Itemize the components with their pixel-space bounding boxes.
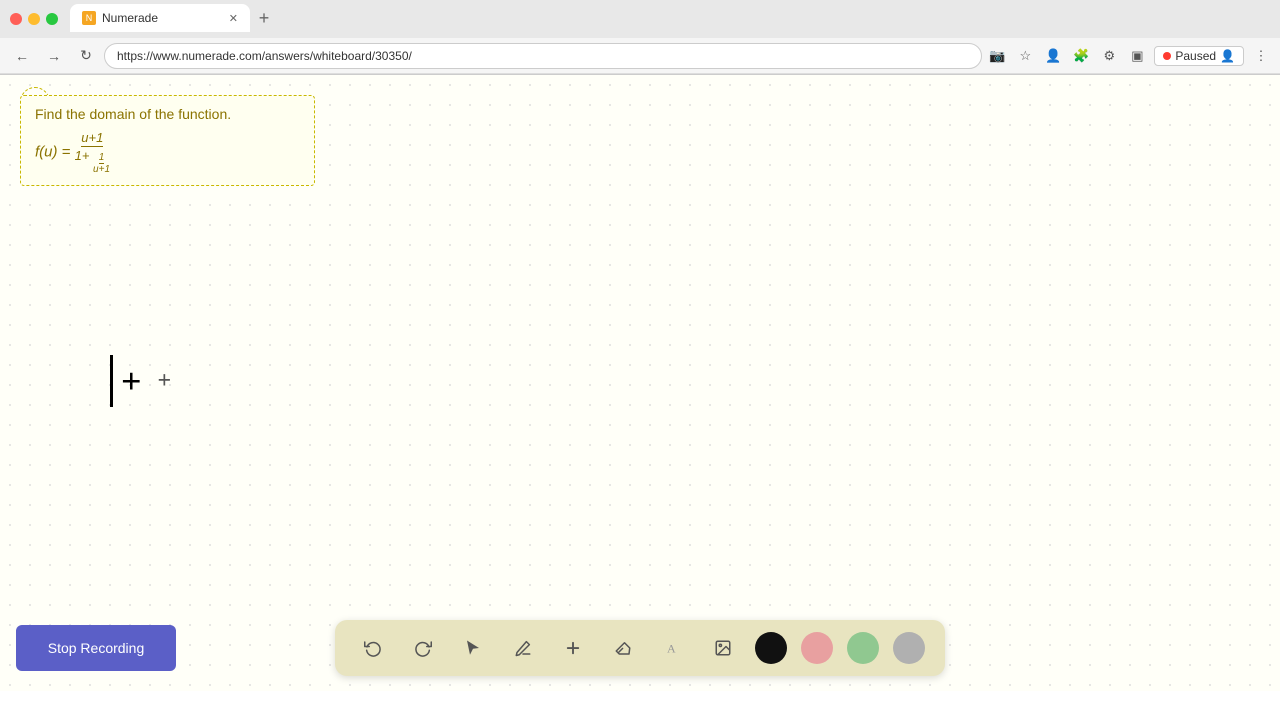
profile-avatar: 👤: [1220, 49, 1235, 63]
main-fraction: u+1 1+ 1 u+1: [75, 130, 110, 175]
nav-bar: ← → ↻ https://www.numerade.com/answers/w…: [0, 38, 1280, 74]
window-controls: [10, 13, 58, 25]
color-gray-button[interactable]: [893, 632, 925, 664]
paused-button[interactable]: Paused 👤: [1154, 46, 1244, 66]
formula-prefix: f(u) =: [35, 143, 75, 160]
select-button[interactable]: [455, 630, 491, 666]
image-icon: [714, 639, 732, 657]
sub-denominator: u+1: [93, 164, 110, 175]
color-black-button[interactable]: [755, 632, 787, 664]
image-button[interactable]: [705, 630, 741, 666]
address-bar[interactable]: https://www.numerade.com/answers/whitebo…: [104, 43, 982, 69]
pen-icon: [514, 639, 532, 657]
text-icon: A: [664, 639, 682, 657]
pen-button[interactable]: [505, 630, 541, 666]
profile-icon[interactable]: 👤: [1042, 45, 1064, 67]
sub-numerator: 1: [99, 152, 105, 164]
redo-icon: [414, 639, 432, 657]
settings-icon[interactable]: ⚙: [1098, 45, 1120, 67]
more-menu-icon[interactable]: ⋮: [1250, 45, 1272, 67]
whiteboard: 1 Find the domain of the function. f(u) …: [0, 75, 1280, 691]
handwriting-content: + +: [110, 355, 171, 407]
tab-label: Numerade: [102, 11, 158, 25]
minimize-window-button[interactable]: [28, 13, 40, 25]
main-denominator: 1+ 1 u+1: [75, 147, 110, 175]
bookmark-icon[interactable]: ☆: [1014, 45, 1036, 67]
nav-right-icons: 📷 ☆ 👤 🧩 ⚙ ▣ Paused 👤 ⋮: [986, 45, 1272, 67]
text-cursor: [110, 355, 113, 407]
url-text: https://www.numerade.com/answers/whitebo…: [117, 49, 412, 63]
plus-drawn: +: [121, 360, 142, 402]
title-bar: N Numerade ✕ +: [0, 0, 1280, 38]
active-tab[interactable]: N Numerade ✕: [70, 4, 250, 32]
add-icon: [564, 639, 582, 657]
recording-dot: [1163, 52, 1171, 60]
maximize-window-button[interactable]: [46, 13, 58, 25]
refresh-button[interactable]: ↻: [72, 42, 100, 70]
main-numerator: u+1: [81, 130, 103, 147]
undo-icon: [364, 639, 382, 657]
tab-favicon: N: [82, 11, 96, 25]
math-formula: f(u) = u+1 1+ 1 u+1: [35, 130, 300, 175]
drawing-toolbar: A: [335, 620, 945, 676]
browser-chrome: N Numerade ✕ + ← → ↻ https://www.numerad…: [0, 0, 1280, 75]
forward-button[interactable]: →: [40, 42, 68, 70]
paused-label: Paused: [1175, 49, 1216, 63]
redo-button[interactable]: [405, 630, 441, 666]
color-green-button[interactable]: [847, 632, 879, 664]
svg-text:A: A: [667, 642, 676, 656]
back-button[interactable]: ←: [8, 42, 36, 70]
close-window-button[interactable]: [10, 13, 22, 25]
text-button[interactable]: A: [655, 630, 691, 666]
cursor-icon: [464, 639, 482, 657]
undo-button[interactable]: [355, 630, 391, 666]
cast-icon[interactable]: 📷: [986, 45, 1008, 67]
new-tab-button[interactable]: +: [250, 4, 278, 32]
extension-icon[interactable]: 🧩: [1070, 45, 1092, 67]
question-card: Find the domain of the function. f(u) = …: [20, 95, 315, 186]
sub-fraction: 1 u+1: [93, 152, 110, 175]
stop-recording-button[interactable]: Stop Recording: [16, 625, 176, 671]
eraser-icon: [614, 639, 632, 657]
small-plus-drawn: +: [158, 368, 172, 395]
sidebar-icon[interactable]: ▣: [1126, 45, 1148, 67]
tab-close-button[interactable]: ✕: [229, 12, 238, 25]
color-pink-button[interactable]: [801, 632, 833, 664]
eraser-button[interactable]: [605, 630, 641, 666]
add-button[interactable]: [555, 630, 591, 666]
question-text: Find the domain of the function.: [35, 106, 300, 122]
